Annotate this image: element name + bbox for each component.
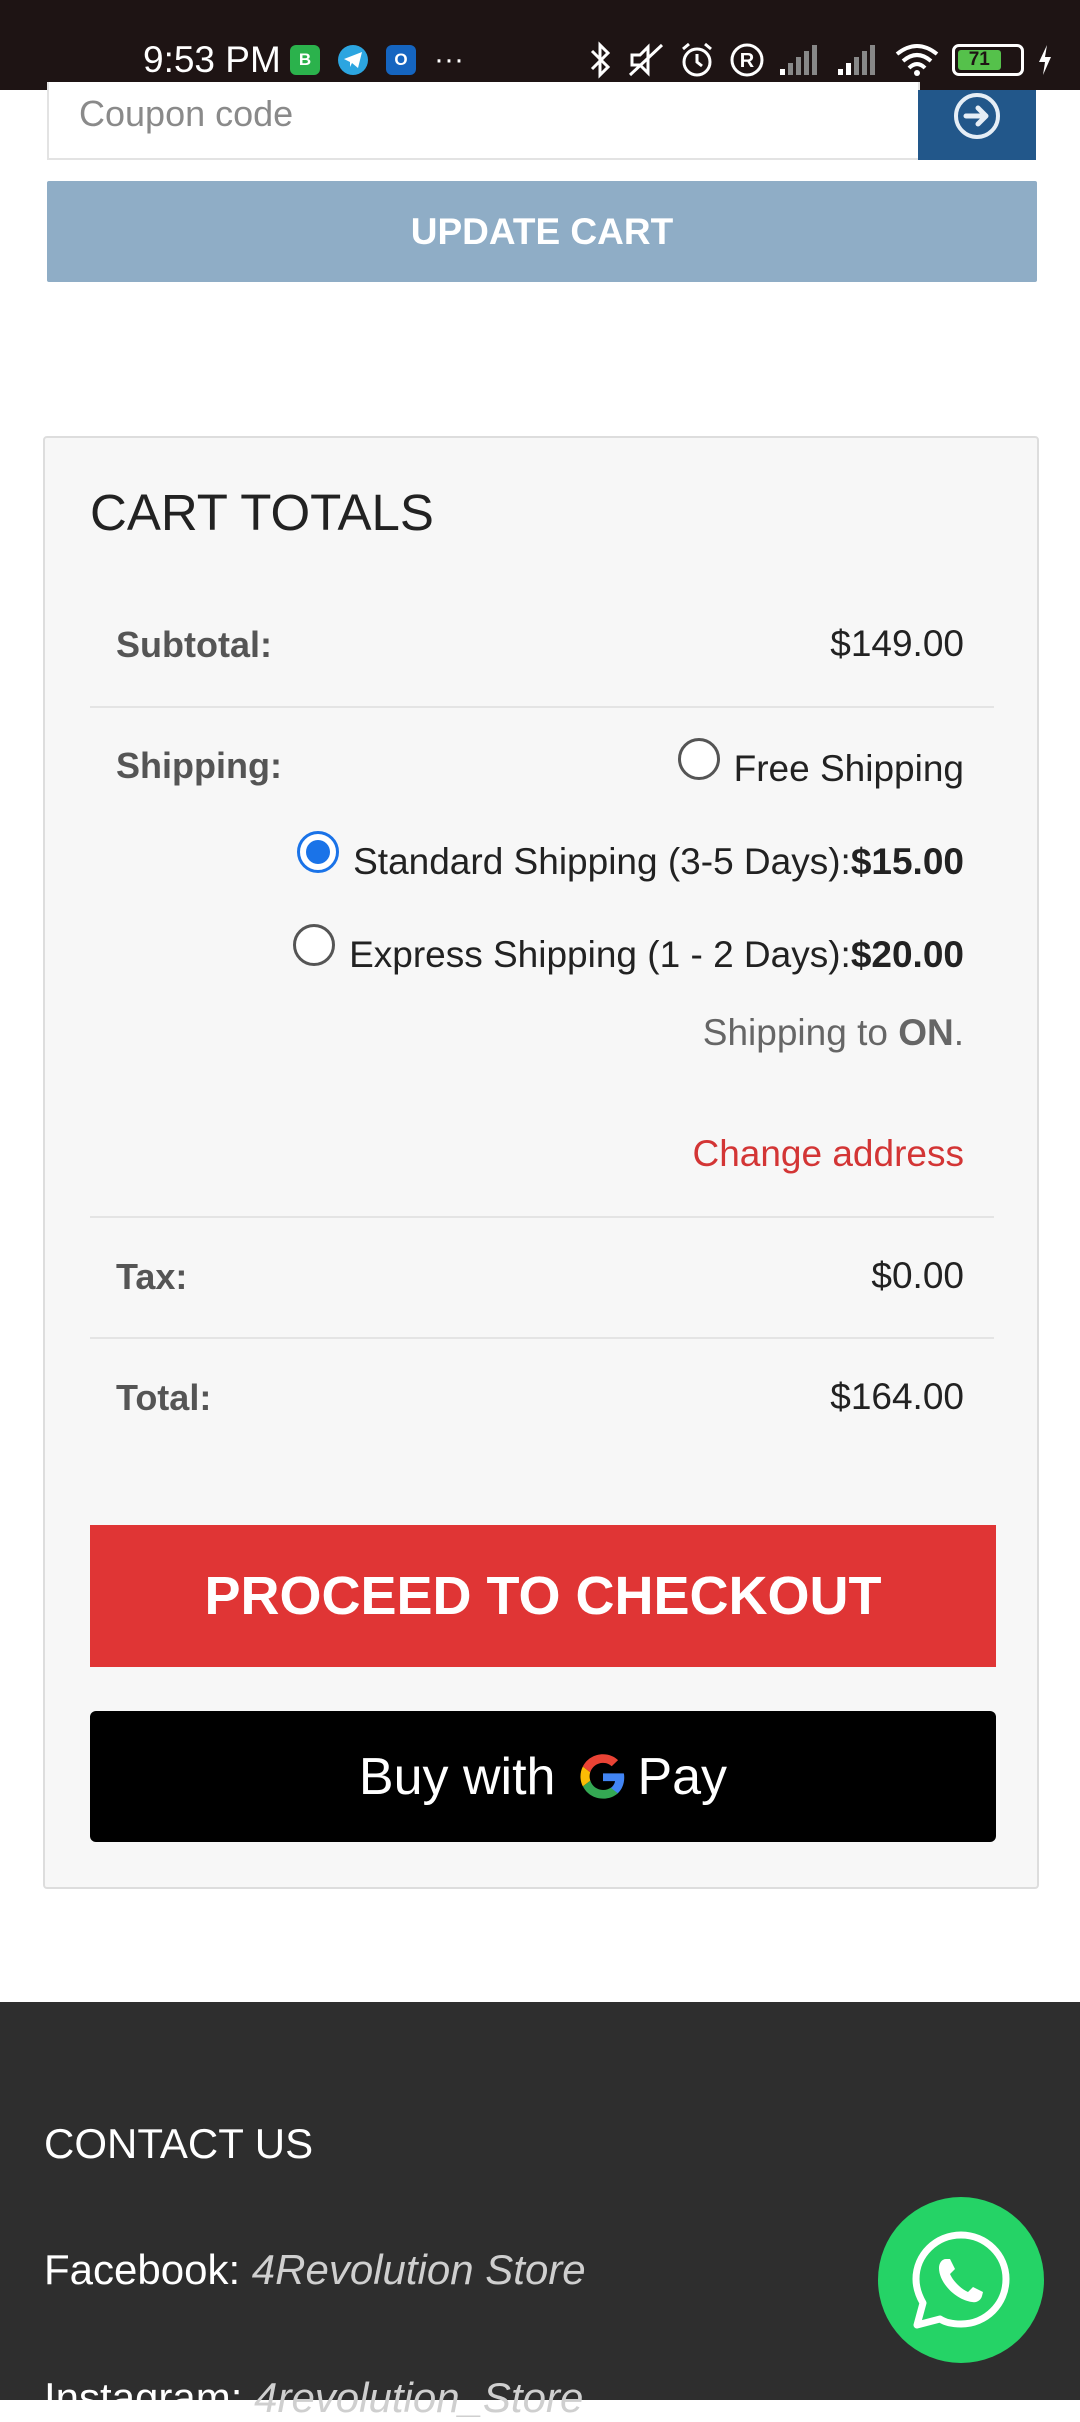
mute-icon [628,43,664,77]
coupon-field[interactable] [47,82,920,160]
shipping-option-standard[interactable]: Standard Shipping (3-5 Days): $15.00 [297,831,964,883]
google-pay-button[interactable]: Buy with Pay [90,1711,996,1842]
instagram-label: Instagram: [44,2374,255,2421]
whatsapp-icon [912,2231,1010,2329]
subtotal-value: $149.00 [830,623,964,664]
shipping-option-label: Free Shipping [733,748,964,789]
facebook-label: Facebook: [44,2246,252,2293]
signal-icon [838,45,875,75]
instagram-link[interactable]: 4revolution_Store [254,2374,583,2421]
radio-standard-shipping[interactable] [297,831,340,873]
arrow-circle-right-icon [954,93,1000,139]
tax-value: $0.00 [871,1255,964,1296]
contact-us-heading: CONTACT US [44,2120,314,2167]
cart-totals-title: CART TOTALS [90,484,434,541]
registered-icon: R [730,43,764,77]
gpay-suffix: Pay [637,1747,728,1806]
shipping-label: Shipping: [116,745,282,786]
gpay-prefix: Buy with [358,1747,556,1806]
battery-level: 71 [958,49,1001,70]
radio-express-shipping[interactable] [293,924,336,966]
divider [90,1216,994,1218]
coupon-input[interactable] [49,82,918,158]
radio-free-shipping[interactable] [677,738,720,780]
shipping-option-label: Standard Shipping (3-5 Days): [353,841,851,882]
total-label: Total: [116,1377,212,1418]
update-cart-button[interactable]: UPDATE CART [47,181,1037,282]
shipping-option-free[interactable]: Free Shipping [677,738,964,790]
status-bar: 9:53 PM B O ··· R 71 [0,0,1080,90]
status-time: 9:53 PM [143,39,281,80]
instagram-line: Instagram: 4revolution_Store [44,2374,583,2422]
system-icons: R 71 [588,40,1054,80]
battery-icon: 71 [952,44,1024,76]
signal-icon [780,45,817,75]
subtotal-label: Subtotal: [116,624,272,665]
divider [90,1337,994,1339]
shipping-region: ON [898,1012,954,1053]
charging-icon [1039,45,1051,75]
google-g-icon [580,1753,625,1799]
wifi-icon [895,44,939,76]
alarm-icon [682,42,712,77]
proceed-to-checkout-button[interactable]: PROCEED TO CHECKOUT [90,1525,996,1667]
shipping-to-suffix: . [953,1012,964,1053]
svg-text:R: R [740,50,755,72]
cart-totals-panel: CART TOTALS Subtotal: $149.00 Shipping: … [43,436,1039,1889]
change-address-link[interactable]: Change address [692,1133,964,1175]
facebook-line: Facebook: 4Revolution Store [44,2246,586,2294]
tax-label: Tax: [116,1256,188,1297]
shipping-destination: Shipping to ON. [703,1012,964,1054]
notification-icons: B O ··· [290,40,464,80]
whatsapp-business-icon: B [290,45,320,75]
outlook-icon: O [386,45,416,75]
shipping-option-price: $15.00 [850,841,964,882]
telegram-icon [338,45,368,75]
shipping-option-label: Express Shipping (1 - 2 Days): [349,934,851,975]
shipping-option-price: $20.00 [850,934,964,975]
total-value: $164.00 [830,1376,964,1417]
bluetooth-icon [590,41,611,79]
apply-coupon-button[interactable] [918,90,1036,160]
divider [90,706,994,708]
facebook-link[interactable]: 4Revolution Store [252,2246,586,2293]
shipping-to-prefix: Shipping to [702,1012,899,1053]
shipping-option-express[interactable]: Express Shipping (1 - 2 Days): $20.00 [293,924,964,976]
whatsapp-chat-button[interactable] [878,2197,1044,2363]
overflow-dots: ··· [434,43,464,76]
